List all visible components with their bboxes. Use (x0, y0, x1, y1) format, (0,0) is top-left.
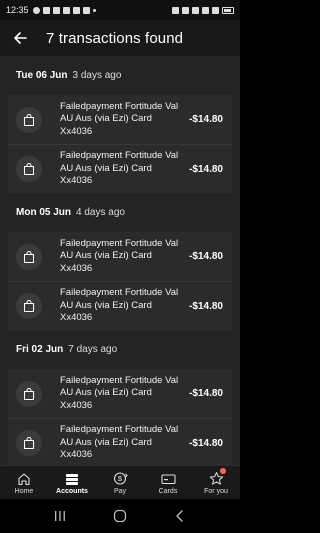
image-icon (42, 6, 50, 14)
nav-item-pay[interactable]: $ Pay (96, 466, 144, 499)
date-label: Fri 02 Jun (16, 344, 64, 355)
assistant-icon (82, 6, 90, 14)
transaction-row[interactable]: Failedpayment Fortitude Val AU Aus (via … (8, 144, 232, 193)
transaction-row[interactable]: Failedpayment Fortitude Val AU Aus (via … (8, 95, 232, 144)
mute-icon (182, 6, 189, 14)
recents-icon (55, 511, 65, 521)
transaction-description: Failedpayment Fortitude Val AU Aus (via … (60, 374, 179, 411)
transaction-row[interactable]: Failedpayment Fortitude Val AU Aus (via … (8, 232, 232, 281)
signal-icon (212, 6, 219, 14)
s-app-icon (72, 6, 80, 14)
home-circle-icon (113, 509, 127, 523)
relative-date: 7 days ago (68, 344, 118, 355)
volte-icon (202, 6, 209, 14)
nav-item-for-you[interactable]: For you (192, 466, 240, 499)
svg-text:$: $ (117, 474, 122, 483)
arrow-left-icon (14, 32, 27, 44)
status-time: 12:35 (6, 5, 29, 15)
transaction-description: Failedpayment Fortitude Val AU Aus (via … (60, 287, 179, 324)
tiktok-icon (62, 6, 70, 14)
wifi-icon (192, 6, 199, 14)
tiktok-icon (52, 6, 60, 14)
transactions-list[interactable]: Tue 06 Jun 3 days ago Failedpayment Fort… (0, 56, 240, 465)
transaction-amount: -$14.80 (189, 251, 223, 262)
app-bar: 7 transactions found (0, 20, 240, 56)
card-icon (160, 471, 176, 487)
back-system-button[interactable] (170, 506, 190, 526)
transaction-row[interactable]: Failedpayment Fortitude Val AU Aus (via … (8, 369, 232, 418)
date-header: Mon 05 Jun 4 days ago (0, 193, 240, 232)
accounts-icon (64, 471, 80, 487)
nav-item-accounts[interactable]: Accounts (48, 466, 96, 499)
transactions-card: Failedpayment Fortitude Val AU Aus (via … (8, 369, 232, 465)
transaction-amount: -$14.80 (189, 300, 223, 312)
transaction-amount: -$14.80 (189, 163, 223, 175)
bottom-nav: Home Accounts $ Pay Cards For you (0, 465, 240, 499)
shopping-bag-icon (16, 243, 42, 270)
date-header: Tue 06 Jun 3 days ago (0, 56, 240, 95)
pay-icon: $ (112, 471, 128, 487)
relative-date: 3 days ago (72, 70, 122, 81)
system-status-icons (172, 6, 234, 14)
dot-icon (92, 8, 96, 12)
system-nav-bar (0, 499, 240, 533)
shopping-bag-icon (16, 106, 42, 133)
transaction-description: Failedpayment Fortitude Val AU Aus (via … (60, 237, 179, 274)
nav-label: Accounts (56, 487, 88, 495)
transaction-amount: -$14.80 (189, 437, 223, 449)
home-icon (16, 471, 32, 487)
shopping-bag-icon (16, 430, 42, 456)
transaction-description: Failedpayment Fortitude Val AU Aus (via … (60, 150, 179, 187)
home-system-button[interactable] (110, 506, 130, 526)
transaction-description: Failedpayment Fortitude Val AU Aus (via … (60, 100, 179, 137)
date-label: Mon 05 Jun (16, 207, 72, 218)
back-button[interactable] (12, 30, 28, 46)
transaction-amount: -$14.80 (189, 114, 223, 125)
page-title: 7 transactions found (46, 29, 184, 47)
nav-label: Pay (113, 487, 127, 495)
nav-item-home[interactable]: Home (0, 466, 48, 499)
nav-label: Home (14, 487, 34, 495)
shopping-bag-icon (16, 380, 42, 407)
notification-icons (32, 6, 96, 14)
shopping-bag-icon (16, 293, 42, 319)
relative-date: 4 days ago (76, 207, 125, 218)
battery-icon (222, 6, 234, 14)
status-bar: 12:35 (0, 0, 240, 20)
date-label: Tue 06 Jun (16, 70, 68, 81)
transaction-row[interactable]: Failedpayment Fortitude Val AU Aus (via … (8, 418, 232, 465)
transaction-description: Failedpayment Fortitude Val AU Aus (via … (60, 424, 179, 461)
whatsapp-icon (32, 6, 40, 14)
notification-badge (220, 468, 226, 474)
nav-label: For you (204, 487, 228, 495)
shopping-bag-icon (16, 156, 42, 182)
back-chevron-icon (176, 510, 183, 522)
date-header: Fri 02 Jun 7 days ago (0, 330, 240, 369)
transaction-amount: -$14.80 (189, 388, 223, 399)
transactions-card: Failedpayment Fortitude Val AU Aus (via … (8, 232, 232, 330)
nav-item-cards[interactable]: Cards (144, 466, 192, 499)
transactions-card: Failedpayment Fortitude Val AU Aus (via … (8, 95, 232, 193)
alarm-icon (172, 6, 179, 14)
recents-button[interactable] (50, 506, 70, 526)
nav-label: Cards (158, 487, 178, 495)
transaction-row[interactable]: Failedpayment Fortitude Val AU Aus (via … (8, 281, 232, 330)
